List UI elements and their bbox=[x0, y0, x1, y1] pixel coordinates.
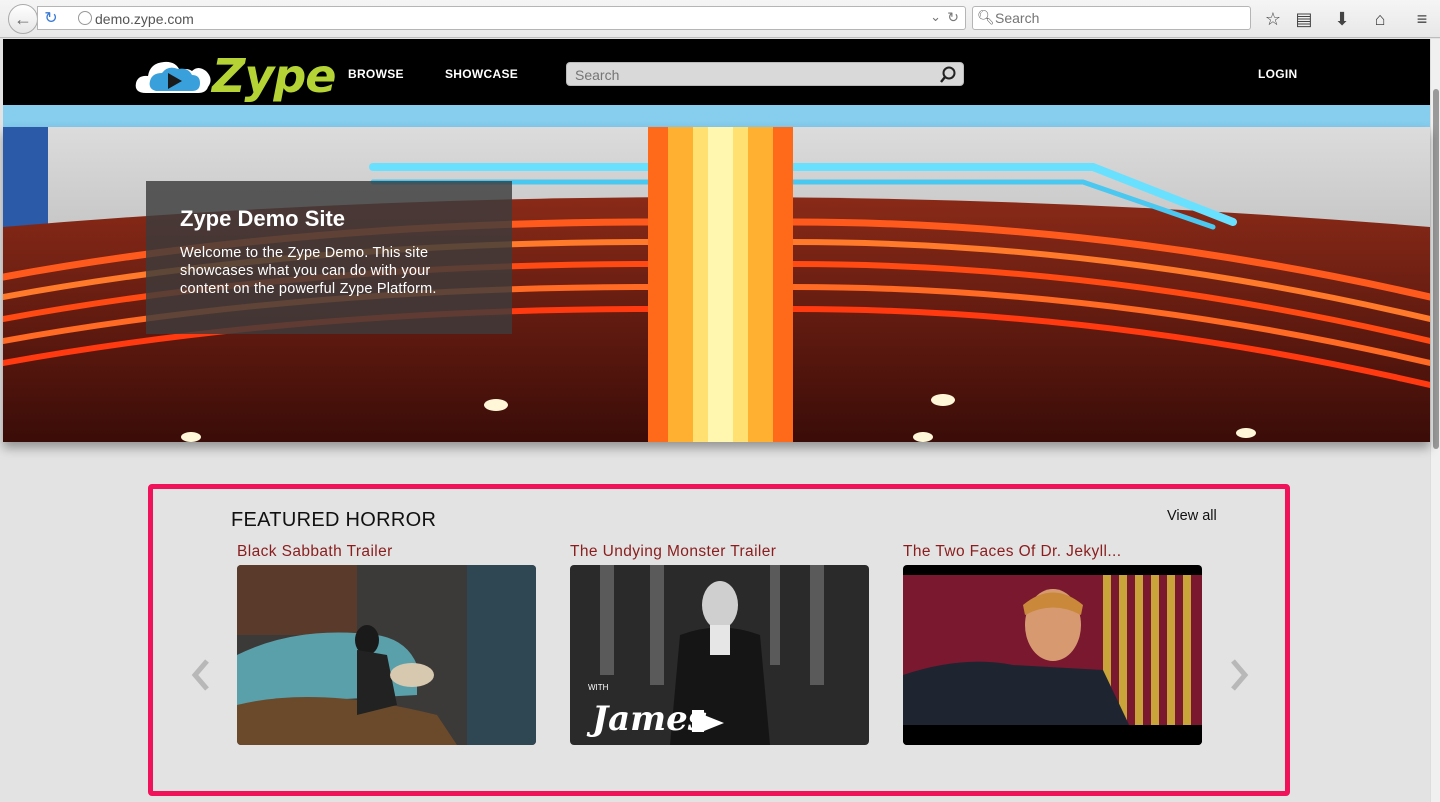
nav-browse[interactable]: BROWSE bbox=[348, 67, 404, 81]
nav-showcase[interactable]: SHOWCASE bbox=[445, 67, 518, 81]
search-icon[interactable] bbox=[939, 66, 957, 84]
video-title[interactable]: The Undying Monster Trailer bbox=[570, 543, 869, 567]
chevron-right-icon[interactable] bbox=[1227, 655, 1251, 695]
chevron-left-icon[interactable] bbox=[189, 655, 213, 695]
scrollbar-thumb[interactable] bbox=[1433, 89, 1439, 449]
login-link[interactable]: LOGIN bbox=[1258, 67, 1298, 81]
logo-text: Zype bbox=[212, 49, 336, 103]
globe-icon bbox=[78, 11, 92, 25]
address-bar[interactable]: ↻ demo.zype.com ⌄ ↻ bbox=[37, 6, 966, 30]
reload-icon[interactable]: ↻ bbox=[947, 9, 959, 26]
bookmark-star-icon[interactable]: ☆ bbox=[1261, 7, 1285, 31]
reading-list-icon[interactable]: ▤ bbox=[1292, 7, 1316, 31]
hero-description: Welcome to the Zype Demo. This site show… bbox=[180, 245, 437, 297]
sync-icon[interactable]: ↻ bbox=[41, 9, 61, 29]
back-button[interactable]: ← bbox=[8, 4, 38, 34]
section-heading: FEATURED HORROR bbox=[231, 509, 437, 531]
video-title[interactable]: The Two Faces Of Dr. Jekyll... bbox=[903, 543, 1202, 567]
view-all-link[interactable]: View all bbox=[1167, 508, 1217, 524]
featured-section: FEATURED HORROR View all Black Sabbath T… bbox=[148, 484, 1290, 796]
hero-banner: Zype Demo Site Welcome to the Zype Demo.… bbox=[3, 127, 1430, 442]
zype-logo[interactable]: Zype bbox=[134, 49, 336, 103]
cloud-play-icon bbox=[135, 61, 211, 93]
browser-search-box[interactable]: 🔍︎ bbox=[972, 6, 1251, 30]
history-dropdown-icon[interactable]: ⌄ bbox=[930, 9, 941, 25]
video-thumbnail[interactable]: WITH James bbox=[570, 565, 869, 745]
video-card[interactable]: The Two Faces Of Dr. Jekyll... bbox=[903, 543, 1202, 745]
video-card[interactable]: The Undying Monster Trailer WITH James bbox=[570, 543, 869, 745]
site-page: Zype BROWSE SHOWCASE LOGIN bbox=[3, 39, 1430, 802]
browser-toolbar: ← ↻ demo.zype.com ⌄ ↻ 🔍︎ ☆ ▤ ⬇ ⌂ ≡ bbox=[0, 0, 1440, 38]
hero-title: Zype Demo Site bbox=[180, 206, 346, 231]
url-text[interactable]: demo.zype.com bbox=[95, 11, 194, 27]
site-search-input[interactable] bbox=[575, 66, 935, 84]
site-search-box[interactable] bbox=[566, 62, 964, 86]
thumb-caption-big: James bbox=[586, 699, 707, 739]
video-thumbnail[interactable] bbox=[903, 565, 1202, 745]
menu-icon[interactable]: ≡ bbox=[1410, 7, 1434, 31]
video-thumbnail[interactable] bbox=[237, 565, 536, 745]
search-icon: 🔍︎ bbox=[977, 9, 995, 25]
hero-info-card: Zype Demo Site Welcome to the Zype Demo.… bbox=[146, 181, 512, 334]
video-title[interactable]: Black Sabbath Trailer bbox=[237, 543, 536, 567]
page-scrollbar[interactable] bbox=[1430, 39, 1440, 802]
download-icon[interactable]: ⬇ bbox=[1330, 7, 1354, 31]
home-icon[interactable]: ⌂ bbox=[1368, 7, 1392, 31]
back-arrow-icon: ← bbox=[14, 8, 32, 29]
browser-search-input[interactable] bbox=[995, 9, 1245, 27]
video-card[interactable]: Black Sabbath Trailer bbox=[237, 543, 536, 745]
site-header: Zype BROWSE SHOWCASE LOGIN bbox=[3, 39, 1430, 105]
accent-band bbox=[3, 105, 1430, 127]
thumb-caption-small: WITH bbox=[588, 683, 609, 692]
